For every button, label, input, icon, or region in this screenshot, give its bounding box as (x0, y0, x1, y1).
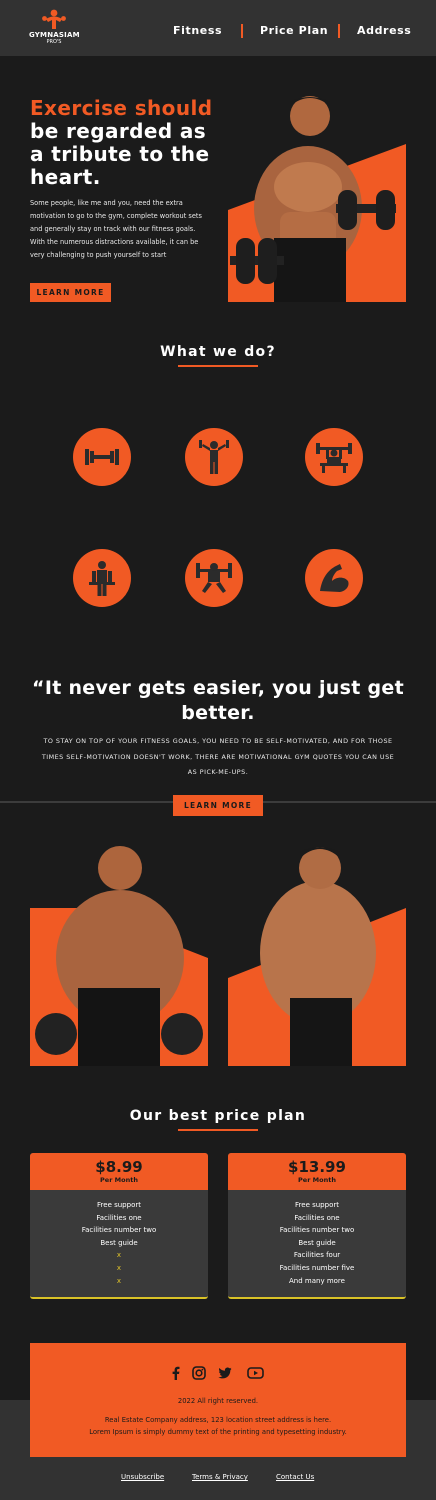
contact-us-link[interactable]: Contact Us (276, 1473, 314, 1481)
price-card-header: $13.99 Per Month (228, 1153, 406, 1190)
feature-item: Facilities one (294, 1213, 340, 1222)
price-amount: $13.99 (288, 1158, 346, 1176)
hero-headline-line: a tribute to the (30, 142, 210, 166)
nav-address[interactable]: Address (357, 24, 411, 37)
hero-headline-accent: Exercise should (30, 96, 213, 120)
hero-body: Some people, like me and you, need the e… (30, 199, 202, 259)
bench-press-icon (305, 428, 363, 486)
flexed-arm-icon (305, 549, 363, 607)
services-title: What we do? (160, 344, 276, 360)
feature-item: Free support (97, 1201, 141, 1209)
feature-item: Facilities one (96, 1213, 142, 1222)
price-card-premium[interactable]: $13.99 Per Month Free support Facilities… (228, 1153, 406, 1299)
services-title-underline (178, 365, 258, 367)
feature-item: Best guide (298, 1238, 336, 1247)
logo-subtext: PRO'S (46, 39, 62, 45)
feature-item-unavailable: x (116, 1251, 122, 1260)
feature-item: And many more (289, 1276, 345, 1285)
feature-item-unavailable: x (116, 1263, 122, 1272)
feature-item: Facilities number two (81, 1226, 157, 1235)
feature-item: Best guide (100, 1238, 138, 1247)
terms-privacy-link[interactable]: Terms & Privacy (192, 1473, 248, 1481)
feature-item: Facilities number two (279, 1226, 355, 1235)
quote-subtext: To stay on top of your fitness goals, yo… (41, 737, 395, 776)
address-text: Real Estate Company address, 123 locatio… (104, 1416, 332, 1424)
feature-list: Free support Facilities one Facilities n… (30, 1190, 208, 1287)
copyright-text: 2022 All right reserved. (177, 1397, 259, 1405)
instagram-icon[interactable] (192, 1366, 206, 1380)
price-card-header: $8.99 Per Month (30, 1153, 208, 1190)
unsubscribe-link[interactable]: Unsubscribe (121, 1473, 164, 1481)
nav-divider (241, 24, 243, 38)
trainer-dumbbells-icon (73, 549, 131, 607)
feature-item-unavailable: x (116, 1276, 122, 1285)
logo[interactable]: GYMNASIAM PRO'S (29, 9, 80, 51)
pricing-title: Our best price plan (129, 1108, 307, 1124)
hero-learn-more-button[interactable]: LEARN MORE (30, 283, 111, 302)
hero-headline-line: be regarded as (30, 119, 207, 143)
price-amount: $8.99 (95, 1158, 143, 1176)
nav-divider (338, 24, 340, 38)
price-period: Per Month (100, 1176, 138, 1184)
youtube-icon[interactable] (247, 1366, 264, 1380)
price-period: Per Month (298, 1176, 336, 1184)
nav-fitness[interactable]: Fitness (173, 24, 222, 37)
quote-learn-more-button[interactable]: LEARN MORE (173, 795, 263, 816)
squat-barbell-icon (185, 549, 243, 607)
lorem-text: Lorem Ipsum is simply dummy text of the … (89, 1428, 347, 1436)
header: GYMNASIAM PRO'S Fitness Price Plan Addre… (0, 0, 436, 56)
nav-price-plan[interactable]: Price Plan (260, 24, 328, 37)
feature-item: Facilities number five (279, 1263, 355, 1272)
facebook-icon[interactable] (169, 1366, 183, 1380)
person-dumbbells-icon (185, 428, 243, 486)
quote-text: “It never gets easier, you just get bett… (32, 677, 404, 724)
feature-item: Free support (295, 1201, 339, 1209)
hero-headline-line: heart. (30, 165, 101, 189)
hero-headline: Exercise should be regarded as a tribute… (30, 97, 230, 189)
bodybuilder-image-right (228, 838, 406, 1066)
hero-bodybuilder-image (228, 92, 406, 302)
feature-item: Facilities four (293, 1251, 341, 1260)
logo-athlete-icon (42, 9, 66, 29)
feature-list: Free support Facilities one Facilities n… (228, 1190, 406, 1287)
pricing-title-underline (178, 1129, 258, 1131)
bodybuilder-image-left (30, 838, 208, 1066)
logo-text: GYMNASIAM (29, 31, 80, 39)
price-card-basic[interactable]: $8.99 Per Month Free support Facilities … (30, 1153, 208, 1299)
dumbbell-icon (73, 428, 131, 486)
twitter-icon[interactable] (218, 1366, 232, 1380)
